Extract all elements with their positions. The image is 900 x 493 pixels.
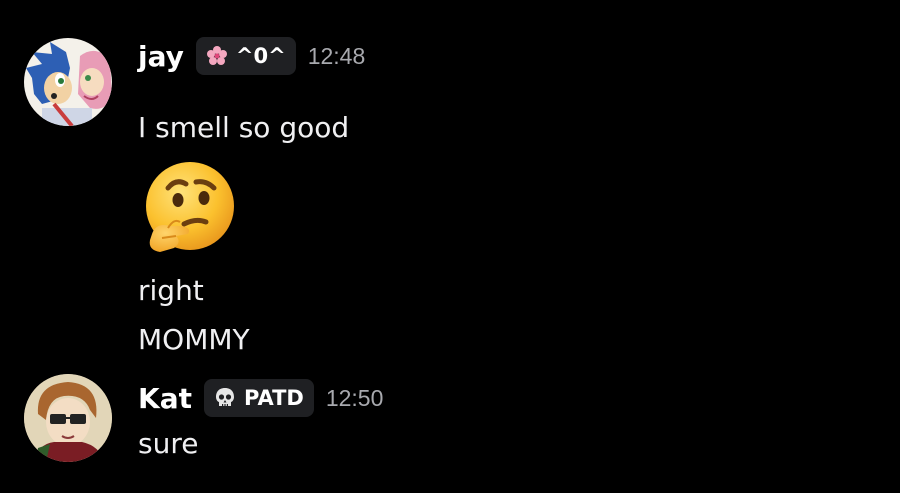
avatar[interactable] [24,38,112,126]
timestamp[interactable]: 12:50 [326,385,384,412]
message-header: Kat PATD 12:50 [138,378,383,418]
message-text: MOMMY [138,323,250,356]
message-text: I smell so good [138,111,350,144]
tag-text: PATD [243,386,304,410]
tag-text: ^0^ [235,44,286,68]
glasses-character-avatar-image [24,374,112,462]
avatar[interactable] [24,374,112,462]
cherry-blossom-icon [204,43,230,69]
chat-log: jay ^0^ 12:48 I smell so good right MOMM… [0,0,900,493]
username[interactable]: jay [138,40,184,73]
message-text: right [138,274,204,307]
timestamp[interactable]: 12:48 [308,43,366,70]
server-tag[interactable]: PATD [203,379,314,417]
sonic-amy-avatar-image [24,38,112,126]
server-tag[interactable]: ^0^ [195,37,296,75]
username[interactable]: Kat [138,382,192,415]
message-text: sure [138,427,199,460]
skull-icon [212,385,238,411]
thinking-face-emoji[interactable] [138,160,238,260]
message-header: jay ^0^ 12:48 [138,36,365,76]
